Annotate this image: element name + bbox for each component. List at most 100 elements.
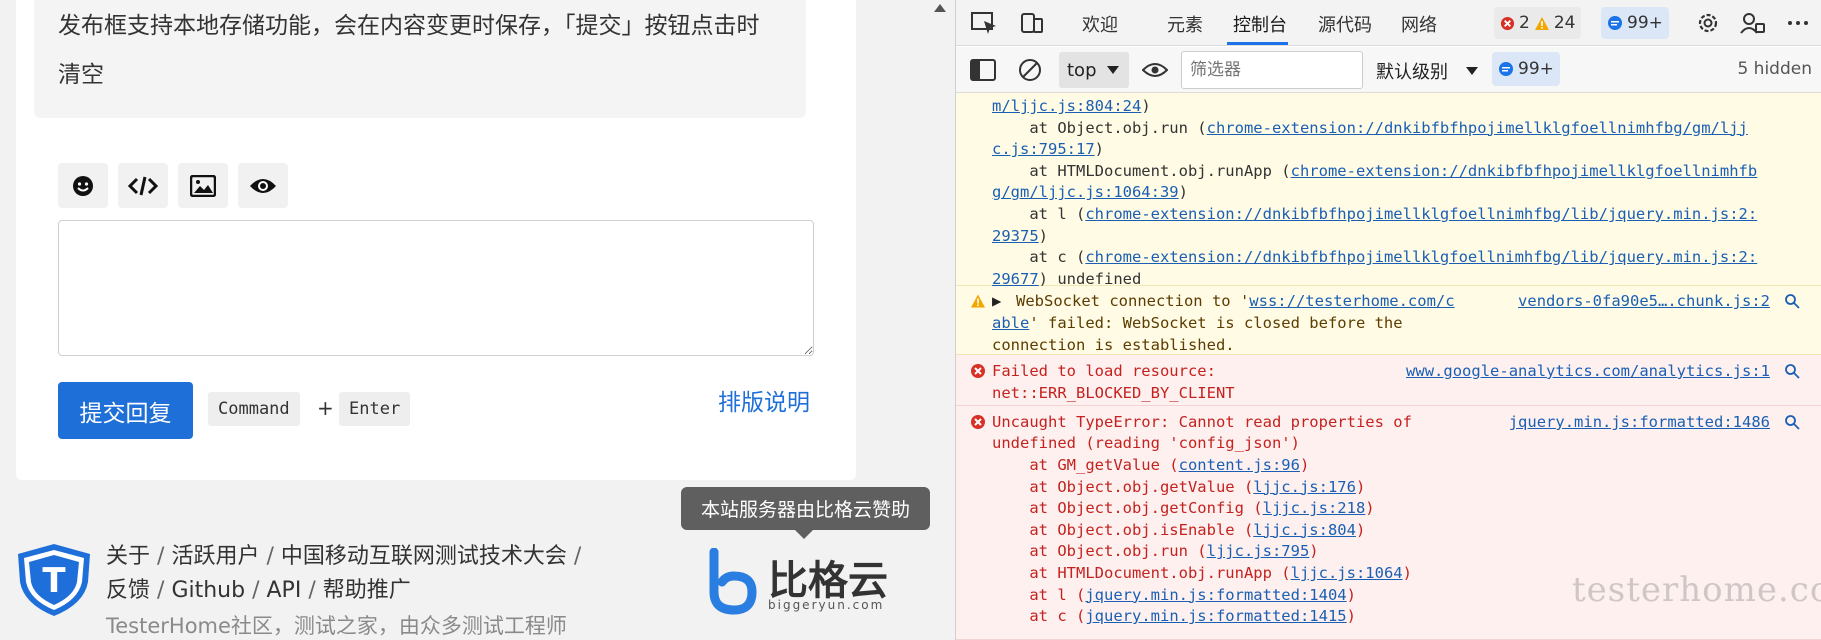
kbd-plus: + bbox=[317, 396, 334, 420]
footer-link-active-users[interactable]: 活跃用户 bbox=[171, 544, 259, 569]
stack-frame-link[interactable]: content.js:96 bbox=[1179, 456, 1300, 474]
source-link-jquery[interactable]: jquery.min.js:formatted:1486 bbox=[1509, 411, 1770, 433]
messages-badge[interactable]: 99+ bbox=[1601, 7, 1669, 39]
source-link-vendors[interactable]: vendors-0fa90e5….chunk.js:2 bbox=[1518, 290, 1770, 312]
clear-console-icon[interactable] bbox=[1018, 58, 1042, 82]
kbd-enter: Enter bbox=[339, 392, 411, 426]
issues-badge[interactable]: 99+ bbox=[1492, 52, 1560, 86]
console-filter-input[interactable] bbox=[1181, 51, 1363, 89]
hidden-messages-count: 5 hidden bbox=[1737, 59, 1812, 79]
stack-frame-link[interactable]: ljjc.js:804 bbox=[1253, 521, 1356, 539]
smile-icon bbox=[73, 175, 93, 196]
web-page: 发布框支持本地存储功能，会在内容变更时保存，「提交」按钮点击时清空 提交回复 C… bbox=[0, 0, 955, 640]
footer-link-conference[interactable]: 中国移动互联网测试技术大会 bbox=[281, 544, 567, 569]
tab-network[interactable]: 网络 bbox=[1401, 11, 1437, 37]
inspect-element-icon[interactable] bbox=[970, 10, 998, 36]
format-guide-link[interactable]: 排版说明 bbox=[718, 383, 810, 417]
code-button[interactable] bbox=[118, 163, 168, 208]
stack-frame: at Object.obj.isEnable (ljjc.js:804) bbox=[992, 520, 1366, 539]
sponsor-domain: biggeryun.com bbox=[768, 598, 885, 612]
level-chevron-down-icon[interactable] bbox=[1466, 67, 1478, 75]
stack-source-link[interactable]: m/ljjc.js:804:24 bbox=[992, 97, 1141, 115]
error-icon bbox=[1500, 16, 1515, 30]
stack-frame: at l (jquery.min.js:formatted:1404) bbox=[992, 585, 1356, 604]
stack-frame: at HTMLDocument.obj.runApp (ljjc.js:1064… bbox=[992, 564, 1412, 582]
scroll-up-arrow-icon[interactable] bbox=[934, 4, 946, 12]
tab-sources[interactable]: 源代码 bbox=[1318, 11, 1372, 37]
console-toolbar: top 默认级别 99+ 5 hidden bbox=[956, 47, 1821, 93]
image-button[interactable] bbox=[178, 163, 228, 208]
footer-link-feedback[interactable]: 反馈 bbox=[106, 578, 150, 603]
customize-devtools-icon[interactable] bbox=[1738, 10, 1766, 36]
reply-textarea[interactable] bbox=[58, 220, 814, 356]
websocket-url-link[interactable]: wss://testerhome.com/c bbox=[1249, 292, 1454, 310]
error-warning-badge[interactable]: 2 24 bbox=[1494, 7, 1582, 39]
footer-link-promote[interactable]: 帮助推广 bbox=[323, 578, 411, 603]
gear-icon[interactable] bbox=[1694, 10, 1722, 36]
local-storage-note: 发布框支持本地存储功能，会在内容变更时保存，「提交」按钮点击时清空 bbox=[34, 0, 806, 118]
sidebar-toggle-icon[interactable] bbox=[970, 58, 996, 82]
more-options-icon[interactable] bbox=[1784, 10, 1812, 36]
warning-icon bbox=[971, 294, 985, 308]
preview-button[interactable] bbox=[238, 163, 288, 208]
stack-frame-link[interactable]: ljjc.js:1064 bbox=[1291, 564, 1403, 582]
stack-line: at HTMLDocument.obj.runApp (chrome-exten… bbox=[992, 161, 1758, 180]
stack-frame: at Object.obj.getConfig (ljjc.js:218) bbox=[992, 499, 1375, 518]
tab-console[interactable]: 控制台 bbox=[1233, 11, 1287, 37]
stack-source-link[interactable]: c.js:795:17 bbox=[992, 140, 1095, 158]
expand-triangle-icon[interactable]: ▶ bbox=[992, 290, 1001, 312]
stack-source-link[interactable]: chrome-extension://dnkibfbfhpojimellklgf… bbox=[1291, 162, 1758, 180]
footer-link-github[interactable]: Github bbox=[171, 578, 245, 603]
log-level-selector[interactable]: 默认级别 bbox=[1376, 58, 1448, 84]
stack-line: g/gm/ljjc.js:1064:39) bbox=[992, 183, 1188, 202]
search-icon[interactable] bbox=[1784, 414, 1800, 430]
footer-link-api[interactable]: API bbox=[267, 578, 302, 603]
svg-text:T: T bbox=[42, 561, 66, 601]
message-icon bbox=[1499, 62, 1513, 76]
stack-source-link[interactable]: chrome-extension://dnkibfbfhpojimellklgf… bbox=[1085, 205, 1757, 223]
error-icon bbox=[971, 364, 985, 378]
stack-source-link[interactable]: g/gm/ljjc.js:1064:39 bbox=[992, 183, 1179, 201]
stack-frame-link[interactable]: ljjc.js:218 bbox=[1263, 499, 1366, 517]
footer-links: 关于 / 活跃用户 / 中国移动互联网测试技术大会 / 反馈 / Github … bbox=[106, 544, 582, 603]
chevron-down-icon bbox=[1106, 66, 1119, 74]
emoji-button[interactable] bbox=[58, 163, 108, 208]
error-icon bbox=[971, 415, 985, 429]
stack-line: at c (chrome-extension://dnkibfbfhpojime… bbox=[992, 248, 1758, 267]
console-message-stacktrace: m/ljjc.js:804:24) at Object.obj.run (chr… bbox=[956, 93, 1821, 288]
console-message-load-error[interactable]: Failed to load resource: net::ERR_BLOCKE… bbox=[956, 355, 1821, 406]
console-message-websocket-warning[interactable]: ▶ WebSocket connection to 'wss://testerh… bbox=[956, 286, 1821, 355]
stack-source-link[interactable]: chrome-extension://dnkibfbfhpojimellklgf… bbox=[1085, 248, 1757, 266]
stack-source-link[interactable]: 29375 bbox=[992, 227, 1039, 245]
message-icon bbox=[1608, 16, 1622, 30]
sponsor-tooltip: 本站服务器由比格云赞助 bbox=[681, 487, 930, 539]
stack-line: m/ljjc.js:804:24) bbox=[992, 97, 1151, 115]
live-expression-eye-icon[interactable] bbox=[1142, 59, 1168, 81]
source-link-analytics[interactable]: www.google-analytics.com/analytics.js:1 bbox=[1406, 360, 1770, 382]
stack-line: c.js:795:17) bbox=[992, 140, 1104, 159]
active-tab-indicator bbox=[1227, 42, 1288, 45]
code-icon bbox=[128, 176, 158, 195]
search-icon[interactable] bbox=[1784, 363, 1800, 379]
stack-frame-link[interactable]: ljjc.js:176 bbox=[1253, 478, 1356, 496]
stack-frame: at GM_getValue (content.js:96) bbox=[992, 456, 1310, 474]
stack-frame: at Object.obj.getValue (ljjc.js:176) bbox=[992, 477, 1366, 496]
device-emulation-icon[interactable] bbox=[1018, 10, 1046, 36]
stack-line: at Object.obj.run (chrome-extension://dn… bbox=[992, 118, 1748, 137]
stack-frame-link[interactable]: ljjc.js:795 bbox=[1207, 542, 1310, 560]
stack-source-link[interactable]: chrome-extension://dnkibfbfhpojimellklgf… bbox=[1207, 119, 1748, 137]
tab-elements[interactable]: 元素 bbox=[1167, 11, 1203, 37]
warning-icon bbox=[1534, 16, 1549, 30]
footer-link-about[interactable]: 关于 bbox=[106, 544, 150, 569]
devtools-tabbar: 欢迎 元素 控制台 源代码 网络 2 24 99+ bbox=[956, 0, 1821, 46]
tab-welcome[interactable]: 欢迎 bbox=[1082, 11, 1118, 37]
image-icon bbox=[190, 174, 216, 197]
stack-frame-link[interactable]: jquery.min.js:formatted:1415 bbox=[1085, 607, 1346, 625]
submit-reply-button[interactable]: 提交回复 bbox=[58, 382, 193, 439]
stack-frame-link[interactable]: jquery.min.js:formatted:1404 bbox=[1085, 586, 1346, 604]
stack-line: 29375) bbox=[992, 226, 1049, 245]
stack-line: at l (chrome-extension://dnkibfbfhpojime… bbox=[992, 205, 1758, 223]
search-icon[interactable] bbox=[1784, 293, 1800, 309]
watermark: testerhome.com bbox=[1572, 570, 1821, 610]
context-selector[interactable]: top bbox=[1059, 52, 1129, 88]
